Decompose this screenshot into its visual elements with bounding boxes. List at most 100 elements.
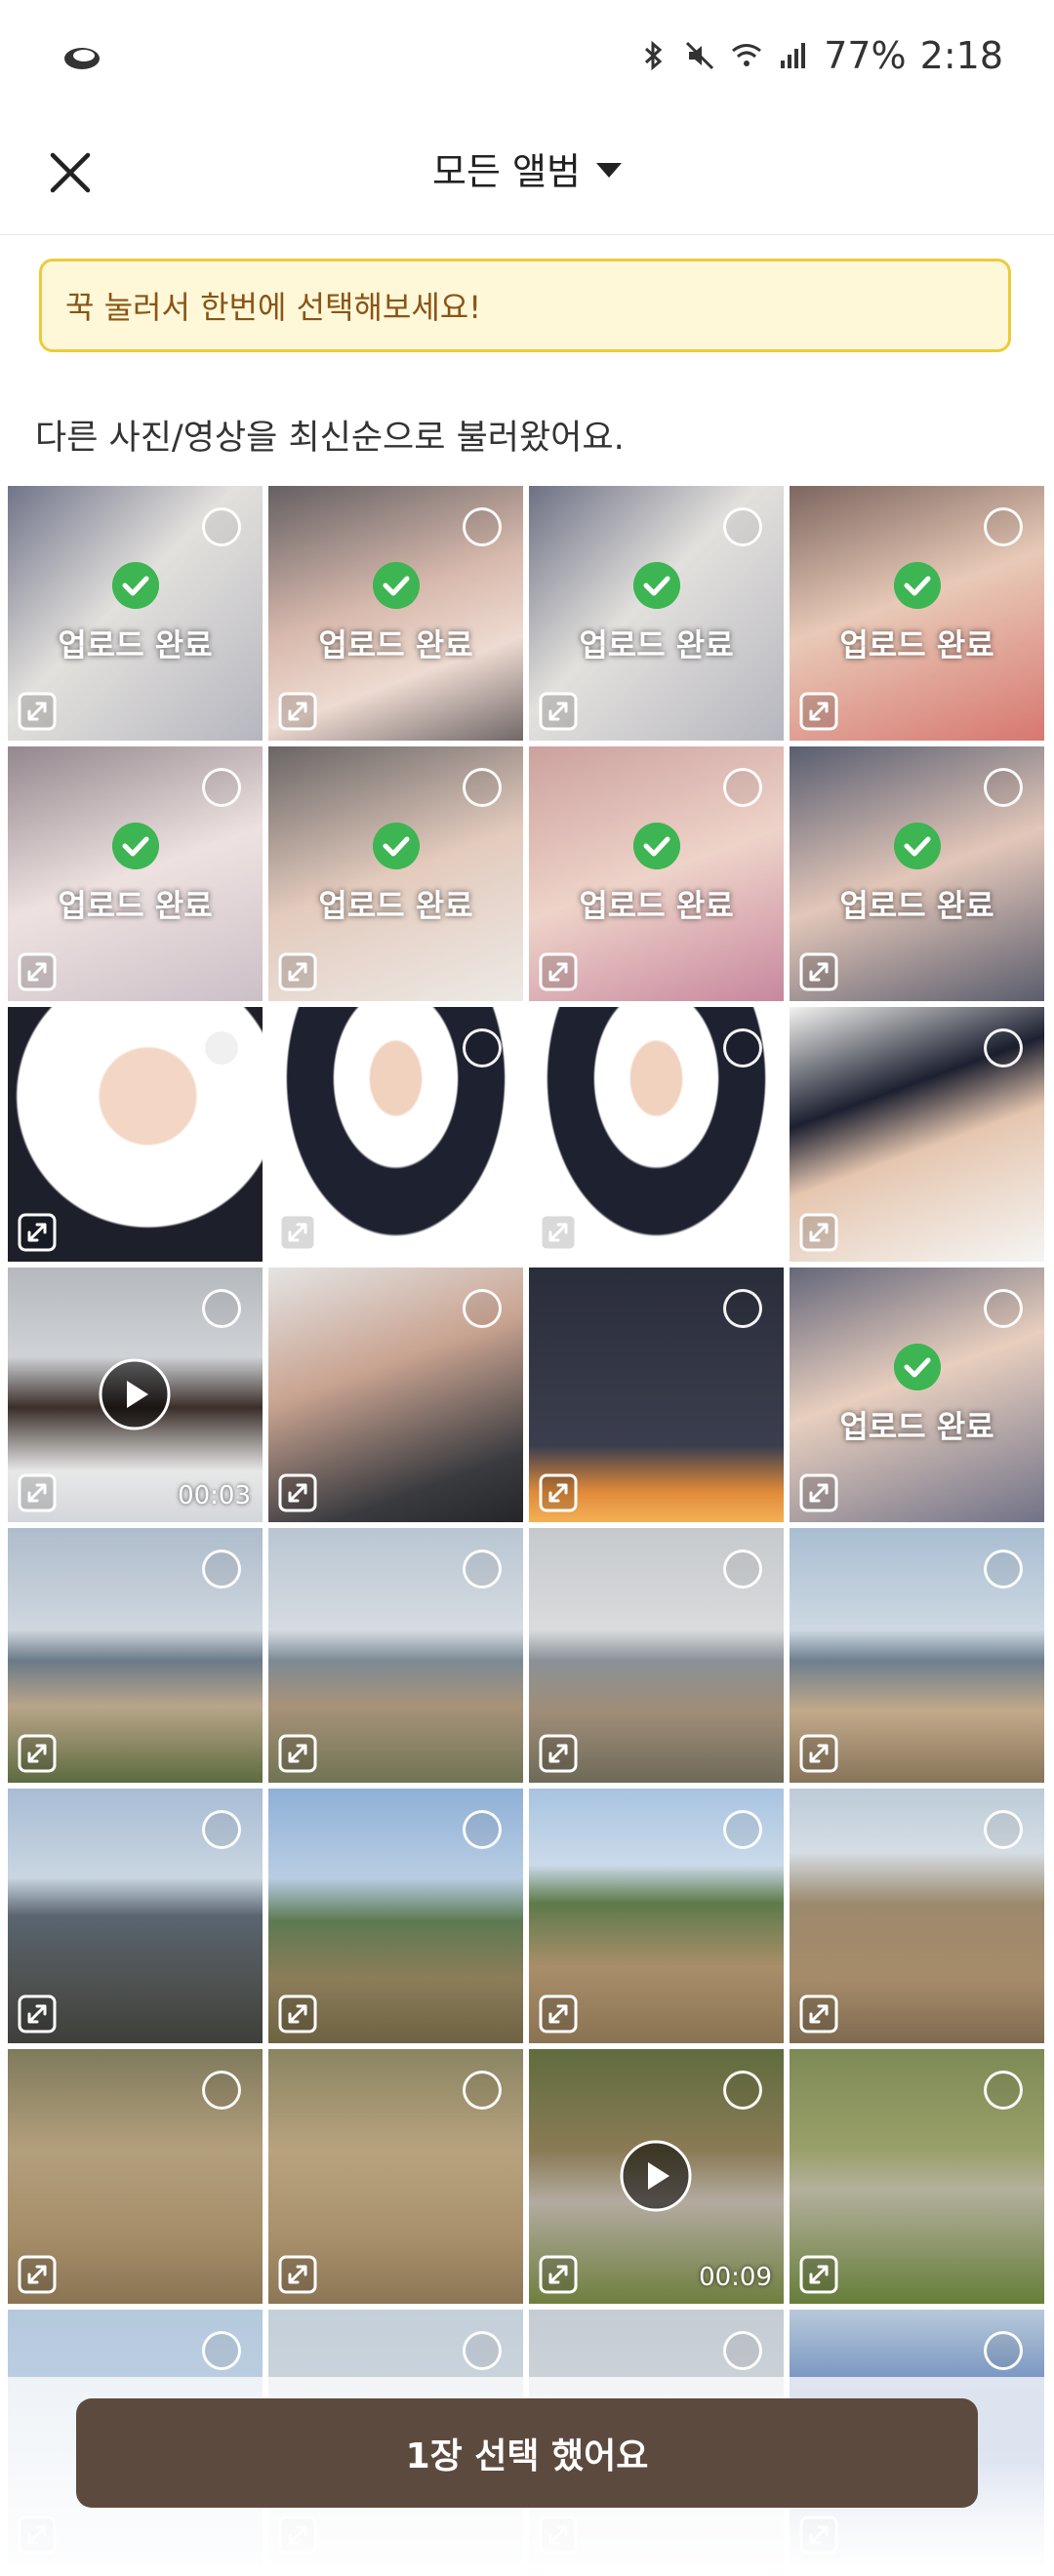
select-checkbox[interactable] [723, 1289, 762, 1328]
select-checkbox[interactable] [723, 507, 762, 546]
photo-cell[interactable] [268, 2049, 523, 2304]
select-checkbox[interactable] [202, 507, 241, 546]
select-checkbox[interactable] [202, 1550, 241, 1589]
upload-status-label: 업로드 완료 [318, 887, 473, 924]
expand-icon[interactable] [539, 1994, 578, 2033]
photo-cell[interactable]: 업로드 완료 [268, 486, 523, 741]
select-checkbox[interactable] [202, 1289, 241, 1328]
expand-icon[interactable] [799, 1734, 838, 1773]
photo-cell[interactable] [529, 1268, 784, 1522]
expand-icon[interactable] [799, 1213, 838, 1252]
expand-icon[interactable] [539, 692, 578, 731]
select-checkbox[interactable] [463, 1289, 502, 1328]
select-checkbox[interactable] [202, 2331, 241, 2370]
select-checkbox[interactable] [463, 768, 502, 807]
photo-cell[interactable] [268, 1789, 523, 2043]
select-checkbox[interactable] [463, 2331, 502, 2370]
hint-text: 꾹 눌러서 한번에 선택해보세요! [65, 289, 482, 326]
upload-status-label: 업로드 완료 [839, 626, 994, 664]
photo-cell[interactable]: 업로드 완료 [268, 746, 523, 1001]
photo-cell[interactable]: 업로드 완료 [790, 1268, 1044, 1522]
expand-icon[interactable] [539, 1734, 578, 1773]
expand-icon[interactable] [278, 2255, 317, 2294]
signal-icon [781, 43, 806, 68]
photo-cell[interactable] [529, 1007, 784, 1262]
select-checkbox[interactable] [463, 1550, 502, 1589]
expand-icon[interactable] [278, 1734, 317, 1773]
expand-icon[interactable] [278, 692, 317, 731]
select-checkbox[interactable] [984, 1550, 1023, 1589]
expand-icon[interactable] [278, 1473, 317, 1512]
select-checkbox[interactable] [723, 1550, 762, 1589]
expand-icon[interactable] [539, 952, 578, 991]
select-checkbox[interactable] [202, 2071, 241, 2110]
expand-icon[interactable] [18, 2255, 57, 2294]
photo-cell[interactable] [8, 2049, 263, 2304]
confirm-selection-button[interactable]: 1장 선택 했어요 [76, 2398, 978, 2508]
check-icon [894, 1344, 941, 1390]
mute-icon [686, 41, 714, 70]
photo-cell[interactable]: 업로드 완료 [8, 746, 263, 1001]
expand-icon[interactable] [278, 1213, 317, 1252]
photo-cell[interactable] [790, 1007, 1044, 1262]
select-checkbox[interactable] [723, 1028, 762, 1067]
expand-icon[interactable] [18, 952, 57, 991]
section-subtitle: 다른 사진/영상을 최신순으로 불러왔어요. [35, 419, 625, 458]
play-icon[interactable] [98, 1357, 172, 1431]
expand-icon[interactable] [539, 2255, 578, 2294]
photo-cell[interactable] [268, 1268, 523, 1522]
select-checkbox[interactable] [463, 507, 502, 546]
expand-icon[interactable] [799, 1473, 838, 1512]
photo-cell[interactable] [268, 1007, 523, 1262]
select-checkbox[interactable] [984, 2071, 1023, 2110]
album-selector[interactable]: 모든 앨범 [0, 141, 1054, 195]
expand-icon[interactable] [539, 1473, 578, 1512]
photo-cell[interactable] [8, 1528, 263, 1783]
select-checkbox[interactable] [723, 2071, 762, 2110]
photo-cell[interactable] [8, 1007, 263, 1262]
select-checkbox[interactable] [723, 2331, 762, 2370]
select-checkbox[interactable] [463, 1810, 502, 1849]
expand-icon[interactable] [18, 1994, 57, 2033]
expand-icon[interactable] [799, 1994, 838, 2033]
photo-cell[interactable] [268, 1528, 523, 1783]
photo-cell[interactable] [529, 1789, 784, 2043]
select-checkbox[interactable] [202, 768, 241, 807]
play-icon[interactable] [619, 2139, 693, 2213]
select-checkbox[interactable] [463, 2071, 502, 2110]
expand-icon[interactable] [18, 1473, 57, 1512]
expand-icon[interactable] [539, 1213, 578, 1252]
select-checkbox[interactable] [723, 1810, 762, 1849]
photo-cell[interactable]: 업로드 완료 [790, 746, 1044, 1001]
expand-icon[interactable] [18, 692, 57, 731]
photo-cell[interactable]: 00:03 [8, 1268, 263, 1522]
expand-icon[interactable] [799, 692, 838, 731]
photo-cell[interactable]: 업로드 완료 [8, 486, 263, 741]
photo-cell[interactable]: 업로드 완료 [529, 746, 784, 1001]
expand-icon[interactable] [278, 952, 317, 991]
select-checkbox[interactable] [984, 1028, 1023, 1067]
expand-icon[interactable] [799, 2255, 838, 2294]
select-checkbox[interactable] [984, 768, 1023, 807]
photo-cell[interactable]: 00:09 [529, 2049, 784, 2304]
photo-cell[interactable] [790, 1528, 1044, 1783]
photo-cell[interactable]: 업로드 완료 [529, 486, 784, 741]
upload-status-label: 업로드 완료 [58, 626, 213, 664]
photo-cell[interactable] [790, 1789, 1044, 2043]
expand-icon[interactable] [18, 1213, 57, 1252]
expand-icon[interactable] [18, 1734, 57, 1773]
select-checkbox[interactable] [984, 507, 1023, 546]
photo-cell[interactable] [529, 1528, 784, 1783]
photo-cell[interactable] [8, 1789, 263, 2043]
select-checkbox[interactable] [984, 2331, 1023, 2370]
select-checkbox[interactable] [202, 1810, 241, 1849]
expand-icon[interactable] [278, 1994, 317, 2033]
photo-cell[interactable] [790, 2049, 1044, 2304]
select-checkbox[interactable] [202, 1028, 241, 1067]
expand-icon[interactable] [799, 952, 838, 991]
select-checkbox[interactable] [463, 1028, 502, 1067]
select-checkbox[interactable] [723, 768, 762, 807]
photo-cell[interactable]: 업로드 완료 [790, 486, 1044, 741]
select-checkbox[interactable] [984, 1289, 1023, 1328]
select-checkbox[interactable] [984, 1810, 1023, 1849]
